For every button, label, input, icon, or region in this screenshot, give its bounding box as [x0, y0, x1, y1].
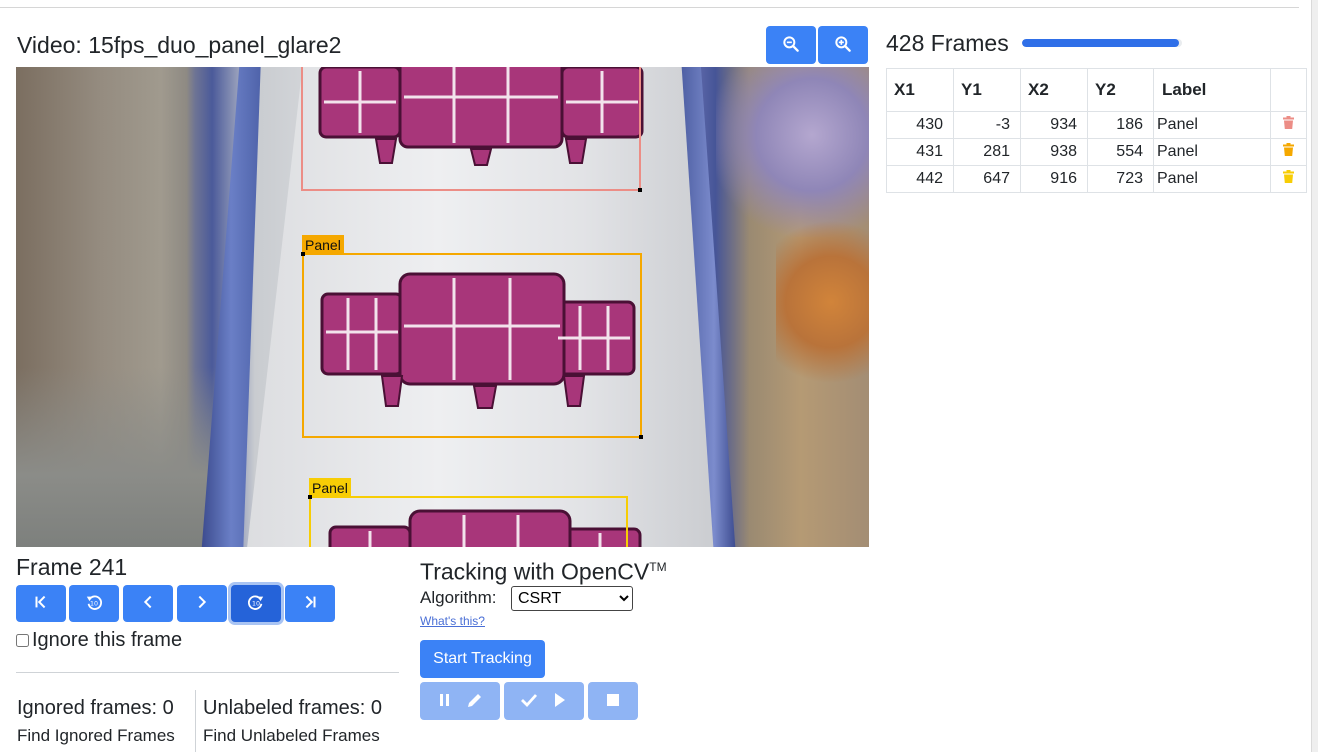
zoom-in-button[interactable]: [818, 26, 868, 64]
cell-y2: 554: [1087, 138, 1154, 166]
previous-frame-button[interactable]: [123, 585, 173, 622]
last-frame-button[interactable]: [285, 585, 335, 622]
zoom-in-icon: [833, 34, 853, 57]
pencil-icon: [465, 690, 485, 713]
resize-handle[interactable]: [301, 252, 305, 256]
resize-handle[interactable]: [638, 188, 642, 192]
column-header-x1: X1: [886, 68, 954, 112]
bounding-box[interactable]: Panel: [301, 235, 643, 439]
trash-icon: [1283, 143, 1294, 160]
algorithm-select[interactable]: CSRT: [511, 586, 633, 611]
bounding-box-label: Panel: [309, 478, 351, 498]
pause-icon: [435, 690, 455, 713]
algorithm-label: Algorithm:: [420, 588, 497, 607]
resize-handle[interactable]: [308, 495, 312, 499]
svg-text:10: 10: [90, 601, 98, 608]
back-10-icon: 10: [85, 593, 103, 614]
bounding-box[interactable]: [301, 67, 642, 192]
delete-box-button[interactable]: [1270, 165, 1307, 193]
prev-frame-icon: [139, 593, 157, 614]
ignore-frame-option[interactable]: Ignore this frame: [16, 627, 182, 653]
column-header-x2: X2: [1020, 68, 1088, 112]
pause-and-edit-button[interactable]: [420, 682, 500, 720]
resize-handle[interactable]: [639, 435, 643, 439]
bounding-box-table: X1 Y1 X2 Y2 Label 430 -3 934 186 Panel 4…: [886, 68, 1307, 193]
page-scrollbar[interactable]: [1311, 0, 1318, 752]
cell-y1: -3: [953, 111, 1021, 139]
cell-label: Panel: [1153, 138, 1271, 166]
cell-x2: 934: [1020, 111, 1088, 139]
ignored-frames-count: Ignored frames: 0: [17, 697, 174, 719]
cell-label: Panel: [1153, 165, 1271, 193]
cell-x1: 431: [886, 138, 954, 166]
check-icon: [519, 690, 539, 713]
forward-10-button[interactable]: 10: [231, 585, 281, 622]
bounding-box[interactable]: Panel: [308, 478, 628, 547]
zoom-out-button[interactable]: [766, 26, 816, 64]
column-divider: [195, 690, 196, 752]
cell-x2: 916: [1020, 165, 1088, 193]
frames-count-title: 428 Frames: [886, 30, 1009, 56]
bounding-box-label: Panel: [302, 235, 344, 255]
frames-progress-bar: [1022, 39, 1182, 47]
zoom-out-icon: [781, 34, 801, 57]
forward-10-icon: 10: [247, 593, 265, 614]
back-10-button[interactable]: 10: [69, 585, 119, 622]
cell-y1: 281: [953, 138, 1021, 166]
trash-icon: [1283, 116, 1294, 133]
video-title: Video: 15fps_duo_panel_glare2: [17, 32, 342, 58]
table-row[interactable]: 430 -3 934 186 Panel: [886, 111, 1307, 139]
cell-y2: 723: [1087, 165, 1154, 193]
cell-x1: 442: [886, 165, 954, 193]
find-ignored-frames-heading: Find Ignored Frames: [17, 726, 175, 745]
tracking-title-text: Tracking with OpenCV: [420, 558, 650, 585]
background-gray-area: [16, 367, 216, 547]
unlabeled-frames-count: Unlabeled frames: 0: [203, 697, 382, 719]
delete-box-button[interactable]: [1270, 111, 1307, 139]
section-divider: [16, 672, 399, 673]
frame-number-title: Frame 241: [16, 554, 128, 580]
background-flowers: [716, 67, 869, 237]
accept-and-continue-button[interactable]: [504, 682, 584, 720]
find-unlabeled-frames-heading: Find Unlabeled Frames: [203, 726, 380, 745]
top-divider: [0, 7, 1299, 8]
start-tracking-button[interactable]: Start Tracking: [420, 640, 545, 678]
table-row[interactable]: 442 647 916 723 Panel: [886, 165, 1307, 193]
stop-tracking-button[interactable]: [588, 682, 638, 720]
first-frame-button[interactable]: [16, 585, 66, 622]
blue-edge-left: [201, 67, 261, 547]
delete-box-button[interactable]: [1270, 138, 1307, 166]
table-row[interactable]: 431 281 938 554 Panel: [886, 138, 1307, 166]
ignore-frame-label: Ignore this frame: [32, 629, 183, 651]
tracking-title: Tracking with OpenCVTM: [420, 553, 667, 586]
column-header-y1: Y1: [953, 68, 1021, 112]
whats-this-link[interactable]: What's this?: [420, 614, 485, 628]
stop-icon: [603, 690, 623, 713]
column-header-y2: Y2: [1087, 68, 1154, 112]
cell-y2: 186: [1087, 111, 1154, 139]
first-frame-icon: [32, 593, 50, 614]
play-icon: [549, 690, 569, 713]
svg-text:10: 10: [252, 601, 260, 608]
ignore-frame-checkbox[interactable]: [16, 633, 29, 647]
cell-y1: 647: [953, 165, 1021, 193]
cell-label: Panel: [1153, 111, 1271, 139]
progress-fill: [1022, 39, 1179, 47]
trademark-mark: TM: [649, 560, 667, 574]
next-frame-icon: [193, 593, 211, 614]
table-header-row: X1 Y1 X2 Y2 Label: [886, 68, 1307, 112]
cell-x2: 938: [1020, 138, 1088, 166]
column-header-actions: [1270, 68, 1307, 112]
annotation-canvas[interactable]: Panel Panel: [16, 67, 869, 547]
background-orange-object: [776, 217, 869, 387]
trash-icon: [1283, 170, 1294, 187]
cell-x1: 430: [886, 111, 954, 139]
next-frame-button[interactable]: [177, 585, 227, 622]
last-frame-icon: [301, 593, 319, 614]
column-header-label: Label: [1153, 68, 1271, 112]
